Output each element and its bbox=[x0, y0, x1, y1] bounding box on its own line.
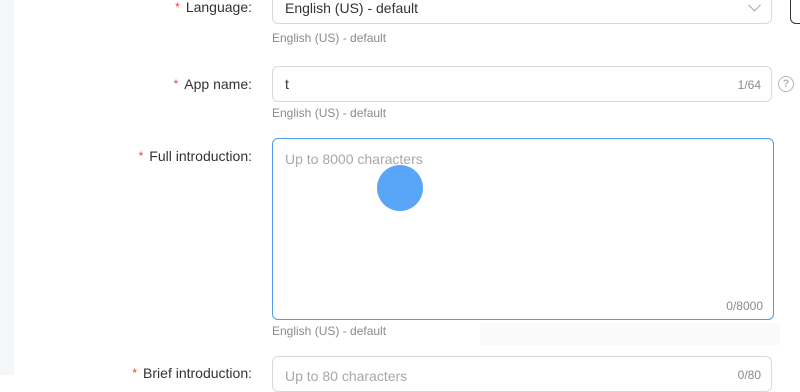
hover-highlight bbox=[480, 323, 780, 345]
required-mark: * bbox=[138, 149, 144, 163]
full-introduction-label: * Full introduction: bbox=[138, 148, 252, 164]
brief-introduction-counter: 0/80 bbox=[737, 368, 761, 382]
app-name-counter: 1/64 bbox=[737, 78, 761, 92]
app-name-input-value: t bbox=[285, 76, 289, 92]
language-hint: English (US) - default bbox=[272, 31, 387, 45]
language-select-value: English (US) - default bbox=[285, 0, 419, 16]
app-name-hint: English (US) - default bbox=[272, 106, 387, 120]
question-circle-icon[interactable]: ? bbox=[778, 76, 794, 92]
left-panel-edge bbox=[0, 0, 14, 375]
full-introduction-hint: English (US) - default bbox=[272, 324, 387, 338]
app-name-label: * App name: bbox=[173, 76, 252, 92]
full-introduction-counter: 0/8000 bbox=[726, 299, 763, 313]
side-button-partial[interactable] bbox=[790, 0, 800, 24]
touch-cursor-indicator bbox=[377, 165, 423, 211]
required-mark: * bbox=[175, 0, 180, 14]
app-name-input[interactable]: t 1/64 bbox=[272, 66, 772, 102]
chevron-down-icon bbox=[748, 0, 761, 12]
brief-introduction-input[interactable]: Up to 80 characters 0/80 bbox=[272, 356, 772, 392]
language-select[interactable]: English (US) - default bbox=[272, 0, 772, 24]
language-label: * Language: bbox=[175, 0, 252, 15]
full-introduction-textarea[interactable]: Up to 8000 characters 0/8000 bbox=[272, 138, 774, 320]
brief-introduction-placeholder: Up to 80 characters bbox=[285, 368, 408, 384]
required-mark: * bbox=[173, 77, 179, 91]
required-mark: * bbox=[132, 366, 138, 380]
brief-introduction-label: * Brief introduction: bbox=[132, 365, 252, 381]
